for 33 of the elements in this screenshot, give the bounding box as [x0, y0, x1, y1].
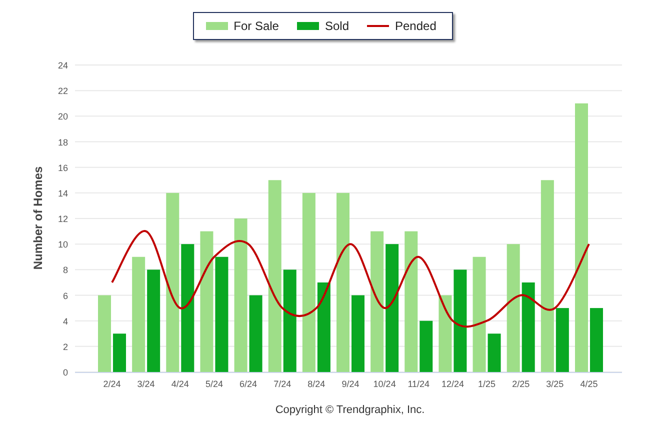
x-tick-label: 2/24	[103, 379, 121, 389]
y-axis-title: Number of Homes	[31, 166, 45, 270]
x-tick-label: 2/25	[512, 379, 530, 389]
y-tick-label: 10	[58, 240, 68, 250]
x-tick-label: 4/24	[171, 379, 189, 389]
y-tick-label: 14	[58, 188, 68, 198]
x-tick-label: 11/24	[408, 379, 430, 389]
legend-label: Pended	[395, 19, 436, 33]
x-tick-label: 3/25	[546, 379, 564, 389]
x-tick-label: 6/24	[240, 379, 258, 389]
copyright-text: Copyright © Trendgraphix, Inc.	[275, 404, 425, 416]
y-tick-label: 0	[62, 368, 68, 378]
y-tick-label: 16	[58, 162, 68, 173]
y-tick-label: 24	[58, 60, 68, 70]
legend-label: Sold	[324, 19, 349, 33]
y-tick-label: 12	[58, 214, 68, 224]
y-tick-label: 2	[62, 342, 68, 352]
x-tick-label: 3/24	[137, 379, 155, 389]
legend-label: For Sale	[234, 19, 279, 33]
x-tick-label: 1/25	[478, 379, 496, 389]
y-tick-label: 22	[58, 86, 68, 96]
x-tick-label: 9/24	[342, 379, 360, 389]
y-tick-label: 4	[62, 316, 68, 326]
y-tick-label: 20	[58, 112, 68, 122]
y-tick-label: 18	[58, 137, 68, 148]
x-tick-label: 5/24	[205, 379, 223, 389]
x-tick-label: 12/24	[441, 379, 464, 389]
y-tick-label: 8	[62, 265, 68, 276]
y-tick-label: 6	[62, 290, 68, 301]
x-tick-label: 10/24	[373, 379, 396, 389]
x-tick-label: 7/24	[274, 379, 292, 389]
x-tick-label: 4/25	[580, 379, 598, 389]
x-tick-label: 8/24	[308, 379, 326, 389]
